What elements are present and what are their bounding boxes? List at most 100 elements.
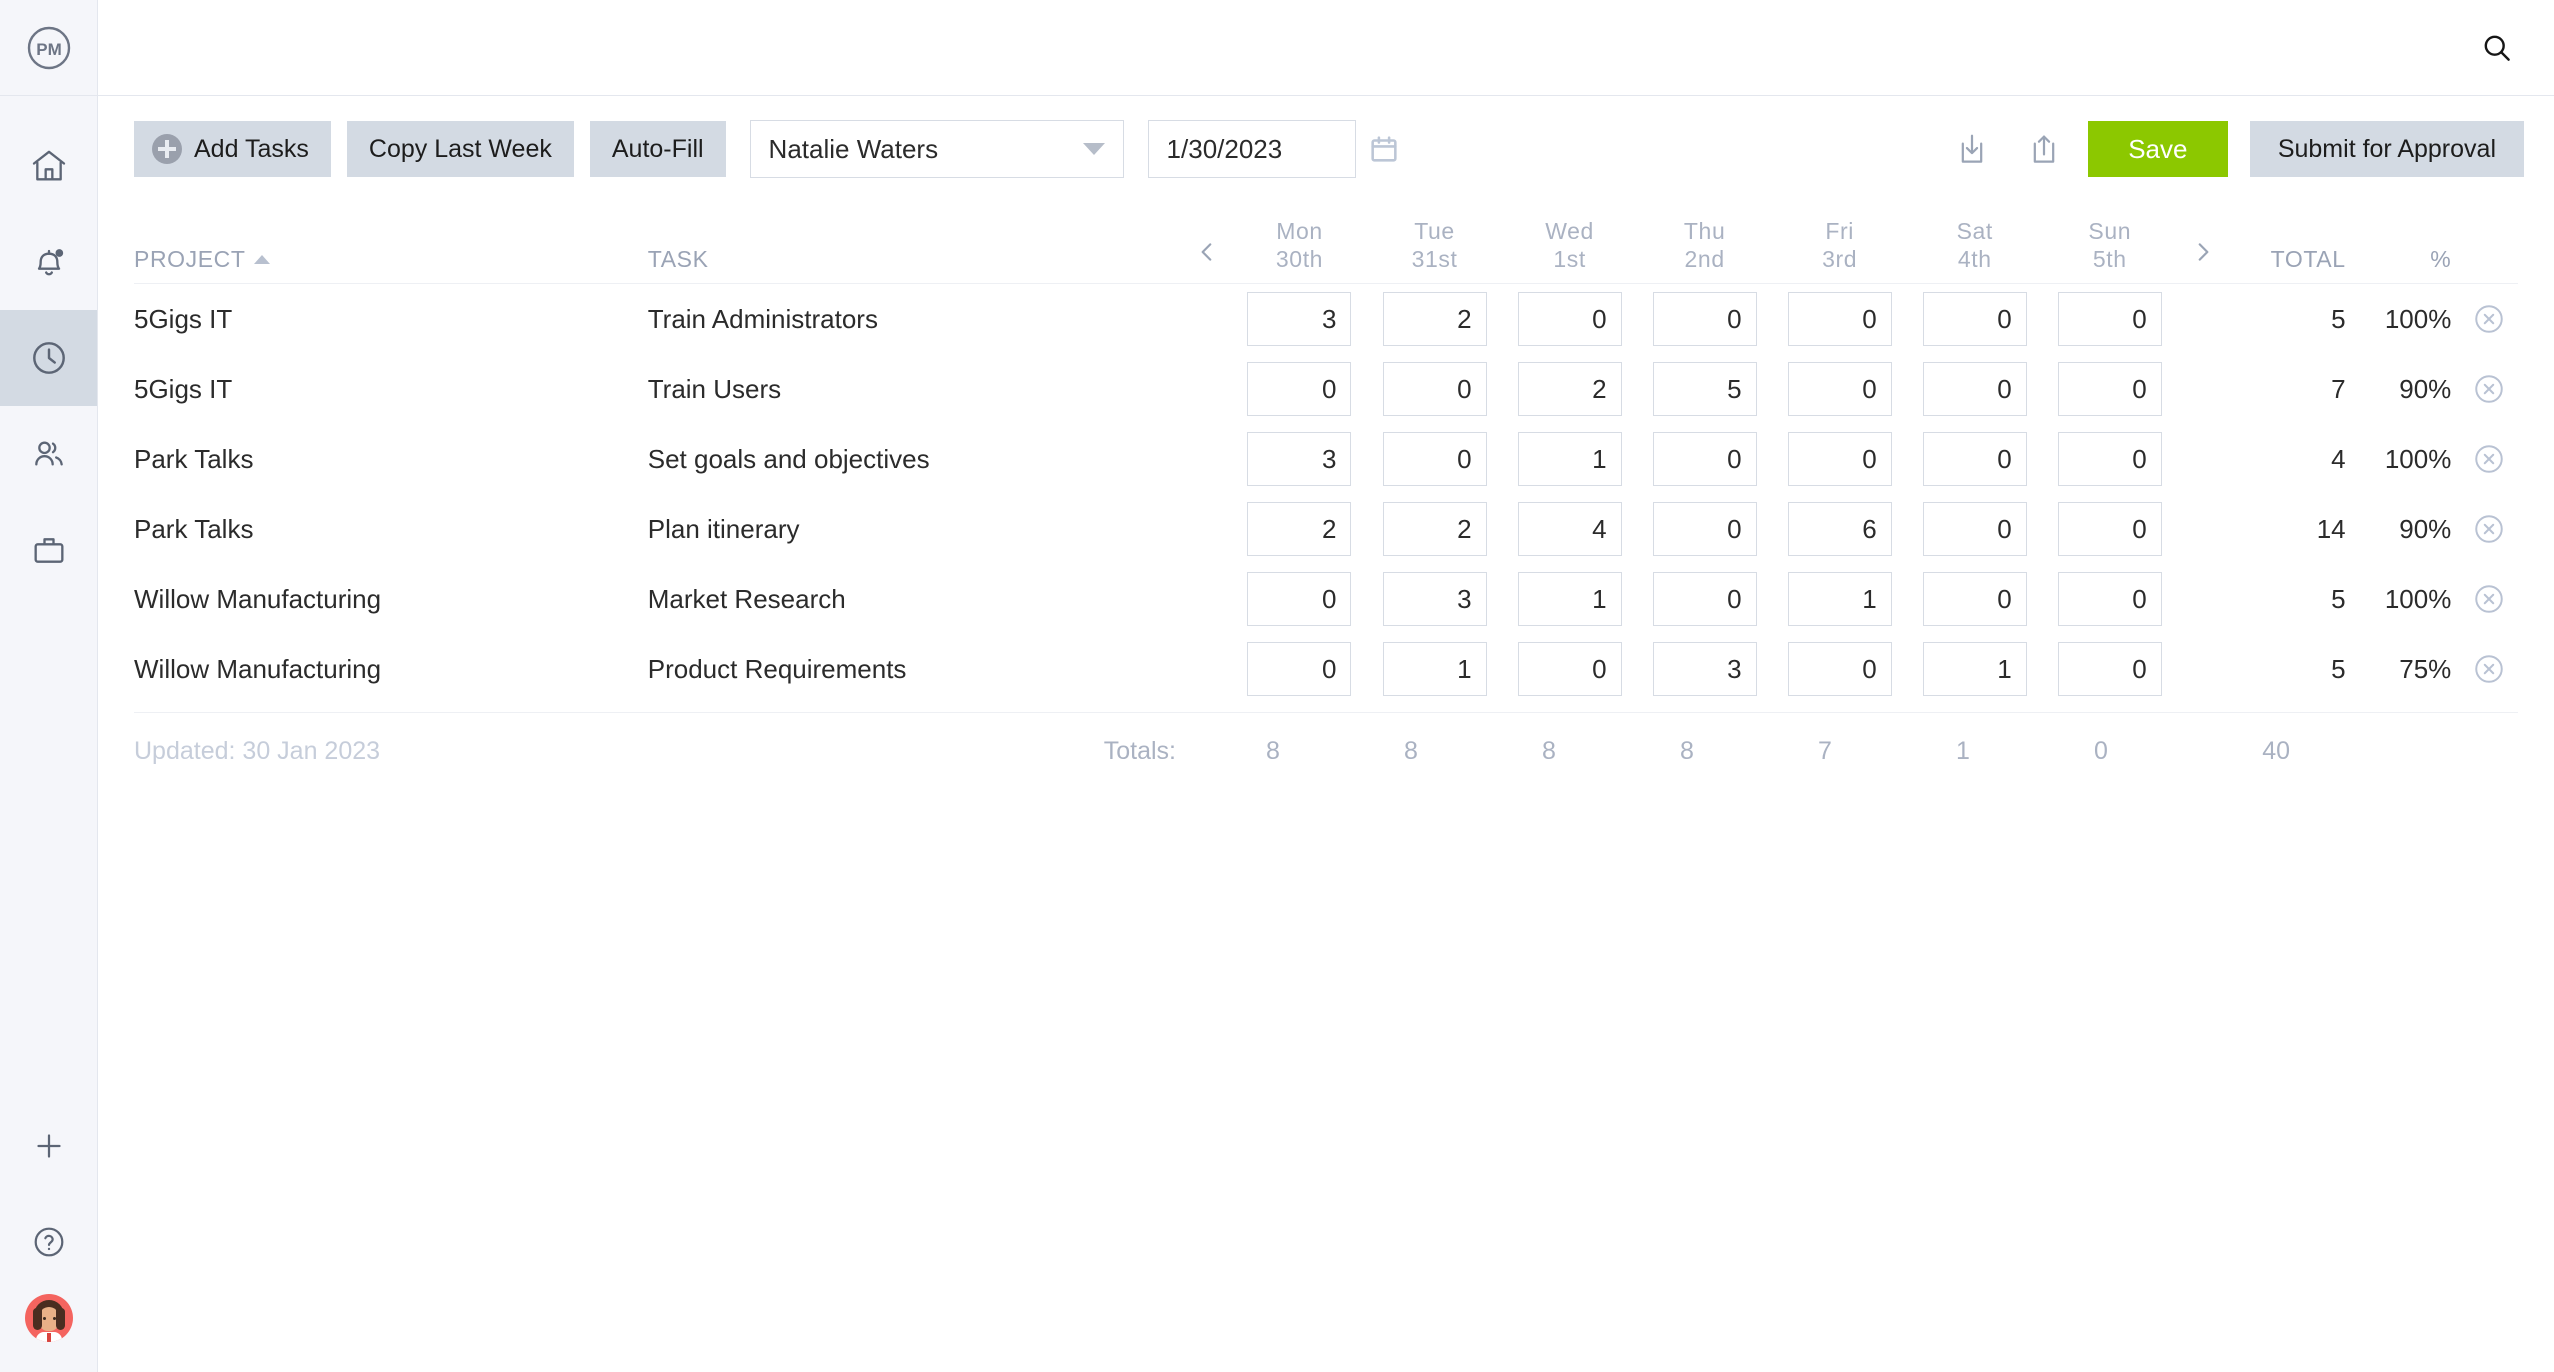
delete-row-icon[interactable] [2472,582,2506,616]
hours-input[interactable] [1382,292,1487,346]
hours-input[interactable] [2057,362,2162,416]
hours-input[interactable] [1517,432,1622,486]
user-select[interactable]: Natalie Waters [749,120,1124,178]
hours-input[interactable] [1517,642,1622,696]
sidebar-help-button[interactable] [0,1194,97,1290]
hours-input[interactable] [2057,292,2162,346]
sidebar-item-projects[interactable] [0,502,97,598]
hours-input[interactable] [1652,292,1757,346]
submit-for-approval-button[interactable]: Submit for Approval [2249,121,2524,177]
hours-input[interactable] [1517,502,1622,556]
hours-input[interactable] [1787,642,1892,696]
hours-input[interactable] [1517,572,1622,626]
previous-week-button[interactable] [1181,235,1232,273]
hours-input[interactable] [2057,572,2162,626]
cell-task[interactable]: Plan itinerary [648,514,1181,545]
app-logo[interactable]: PM [0,0,97,96]
date-input-value: 1/30/2023 [1166,133,1283,164]
copy-last-week-button[interactable]: Copy Last Week [346,121,574,177]
hours-input[interactable] [1922,502,2027,556]
cell-task[interactable]: Market Research [648,584,1181,615]
cell-task[interactable]: Product Requirements [648,654,1181,685]
auto-fill-button[interactable]: Auto-Fill [589,121,726,177]
hours-input[interactable] [1517,292,1622,346]
delete-row-icon[interactable] [2472,302,2506,336]
hours-input[interactable] [1652,362,1757,416]
cell-day [1502,292,1637,346]
hours-input[interactable] [1247,292,1352,346]
sidebar-item-notifications[interactable] [0,214,97,310]
hours-input[interactable] [1652,502,1757,556]
sidebar-item-team[interactable] [0,406,97,502]
day-of-week: Thu [1683,217,1726,244]
hours-input[interactable] [2057,642,2162,696]
search-button[interactable] [2470,21,2524,75]
cell-project[interactable]: Park Talks [134,444,648,475]
calendar-button[interactable] [1356,121,1412,177]
delete-row-icon[interactable] [2472,512,2506,546]
day-date: 1st [1553,245,1586,272]
hours-input[interactable] [1787,432,1892,486]
cell-task[interactable]: Train Administrators [648,304,1181,335]
cell-task[interactable]: Train Users [648,374,1181,405]
delete-row-icon[interactable] [2472,372,2506,406]
cell-row-percent: 90% [2399,513,2452,544]
bell-icon [37,249,63,276]
hours-input[interactable] [1652,572,1757,626]
hours-input[interactable] [1922,362,2027,416]
hours-input[interactable] [1787,502,1892,556]
cell-project[interactable]: 5Gigs IT [134,304,648,335]
cell-day [1772,502,1907,556]
hours-input[interactable] [1247,362,1352,416]
hours-input[interactable] [1652,642,1757,696]
hours-input[interactable] [1787,292,1892,346]
hours-input[interactable] [1247,642,1352,696]
next-week-button[interactable] [2177,235,2228,273]
hours-input[interactable] [1382,502,1487,556]
hours-input[interactable] [1922,642,2027,696]
cell-project[interactable]: Willow Manufacturing [134,584,648,615]
cell-row-percent: 100% [2384,583,2452,614]
column-header-task[interactable]: TASK [648,246,1181,273]
hours-input[interactable] [1247,572,1352,626]
hours-input[interactable] [1922,292,2027,346]
delete-row-icon[interactable] [2472,652,2506,686]
cell-project[interactable]: Park Talks [134,514,648,545]
share-button[interactable] [2016,121,2072,177]
hours-input[interactable] [1517,362,1622,416]
cell-day [2042,432,2177,486]
hours-input[interactable] [1247,432,1352,486]
hours-input[interactable] [2057,432,2162,486]
hours-input[interactable] [1382,432,1487,486]
hours-input[interactable] [1922,432,2027,486]
hours-input[interactable] [2057,502,2162,556]
cell-day [1637,432,1772,486]
sidebar-add-button[interactable] [0,1098,97,1194]
hours-input[interactable] [1787,572,1892,626]
column-header-day: Wed 1st [1502,217,1637,273]
sidebar-item-home[interactable] [0,118,97,214]
hours-input[interactable] [1922,572,2027,626]
hours-input[interactable] [1382,362,1487,416]
cell-day [1907,292,2042,346]
cell-project[interactable]: 5Gigs IT [134,374,648,405]
save-button[interactable]: Save [2087,121,2228,177]
add-tasks-button[interactable]: Add Tasks [134,121,331,177]
column-header-project[interactable]: PROJECT [134,246,648,273]
cell-project[interactable]: Willow Manufacturing [134,654,648,685]
cell-delete [2459,372,2518,406]
download-button[interactable] [1944,121,2000,177]
hours-input[interactable] [1652,432,1757,486]
sidebar-item-timesheets[interactable] [0,310,97,406]
cell-row-total: 7 [2331,373,2346,404]
avatar[interactable] [24,1294,73,1342]
hours-input[interactable] [1247,502,1352,556]
share-icon [2033,135,2055,163]
hours-input[interactable] [1382,572,1487,626]
hours-input[interactable] [1382,642,1487,696]
cell-row-percent: 75% [2399,653,2452,684]
hours-input[interactable] [1787,362,1892,416]
cell-task[interactable]: Set goals and objectives [648,444,1181,475]
date-input[interactable]: 1/30/2023 [1147,120,1356,178]
delete-row-icon[interactable] [2472,442,2506,476]
